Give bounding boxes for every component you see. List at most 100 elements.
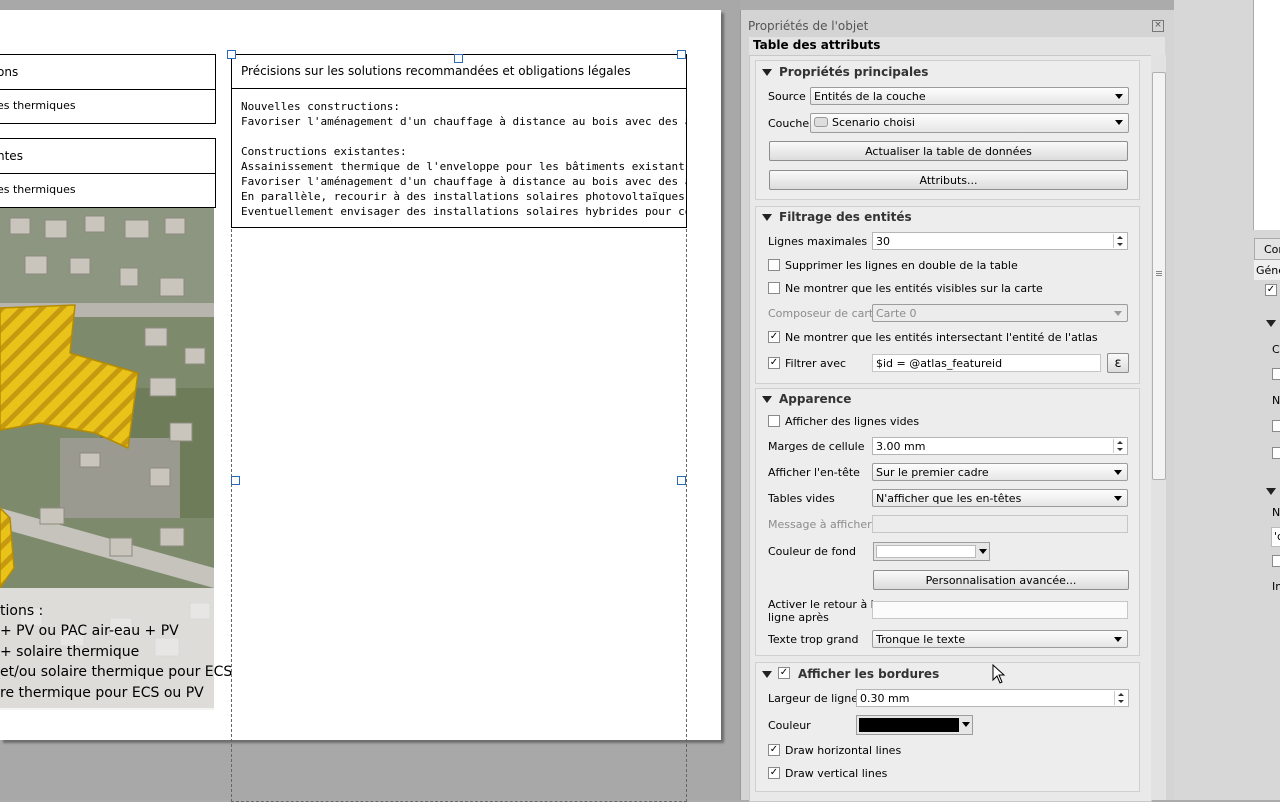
max-rows-spinbox[interactable]: 30 — [872, 232, 1128, 250]
atlas-intersect-checkbox[interactable]: ✓ — [768, 331, 780, 343]
oversize-text-label: Texte trop grand — [768, 633, 859, 646]
advanced-customization-button[interactable]: Personnalisation avancée... — [873, 570, 1129, 590]
collapse-triangle-icon[interactable] — [762, 396, 772, 403]
line-width-spinbox[interactable]: 0.30 mm — [856, 689, 1129, 707]
close-icon[interactable]: × — [1152, 20, 1164, 32]
max-rows-label: Lignes maximales — [768, 235, 868, 248]
message-field — [872, 515, 1128, 533]
attribute-table-cell[interactable]: Nouvelles constructions: Favoriser l'amén… — [231, 88, 687, 228]
wrap-after-field[interactable] — [872, 601, 1128, 619]
right-panel-letter-5: In — [1272, 580, 1280, 593]
layer-label: Couche — [768, 117, 810, 130]
source-dropdown-value: Entités de la couche — [814, 90, 926, 103]
legend-line-1: tions : — [0, 603, 44, 619]
resize-handle-top-right[interactable] — [677, 50, 686, 59]
border-color-button[interactable] — [856, 715, 973, 735]
left-table-row-1[interactable]: ons — [0, 54, 216, 90]
right-panel-field[interactable]: 'c — [1271, 527, 1280, 547]
collapse-triangle-icon[interactable] — [1266, 488, 1276, 495]
filter-with-label: Filtrer avec — [785, 357, 847, 370]
remove-duplicates-checkbox[interactable] — [768, 259, 780, 271]
source-label: Source — [768, 90, 806, 103]
main-properties-title[interactable]: Propriétés principales — [779, 65, 928, 79]
legend-panel[interactable]: tions : + PV ou PAC air-eau + PV + solai… — [0, 588, 232, 710]
chevron-down-icon — [979, 549, 987, 554]
show-empty-rows-checkbox[interactable] — [768, 415, 780, 427]
right-tab-1[interactable]: Con — [1254, 238, 1280, 260]
empty-tables-dropdown[interactable]: N'afficher que les en-têtes — [872, 489, 1128, 507]
show-header-label: Afficher l'en-tête — [768, 466, 860, 479]
show-header-value: Sur le premier cadre — [876, 466, 989, 479]
left-table-row-3[interactable]: ntes — [0, 138, 216, 174]
resize-handle-top-left[interactable] — [227, 50, 236, 59]
line-width-value: 0.30 mm — [860, 692, 910, 705]
table-line: Constructions existantes: — [241, 145, 407, 158]
color-swatch — [876, 545, 976, 558]
composer-map-dropdown: Carte 0 — [872, 304, 1128, 322]
right-panel-checkbox[interactable] — [1272, 368, 1280, 380]
right-panel-checkbox[interactable] — [1272, 447, 1280, 459]
border-color-label: Couleur — [768, 719, 811, 732]
spin-arrows-icon[interactable] — [1114, 691, 1127, 705]
dock-scrollbar-thumb[interactable] — [1152, 72, 1166, 480]
horizontal-lines-label: Draw horizontal lines — [785, 744, 902, 757]
resize-handle-top[interactable] — [454, 54, 463, 63]
right-panel-checkbox[interactable] — [1272, 420, 1280, 432]
oversize-text-dropdown[interactable]: Tronque le texte — [872, 630, 1128, 648]
table-line — [241, 129, 686, 144]
background-color-button[interactable] — [873, 542, 990, 561]
resize-handle-left[interactable] — [231, 476, 240, 485]
right-panel-letter-3: N — [1272, 506, 1280, 519]
empty-tables-label: Tables vides — [768, 492, 835, 505]
visible-only-label: Ne montrer que les entités visibles sur … — [785, 282, 1043, 295]
line-width-label: Largeur de ligne — [768, 692, 859, 705]
show-borders-checkbox[interactable]: ✓ — [778, 667, 790, 679]
right-panel-checkbox[interactable] — [1272, 555, 1280, 567]
layer-dropdown-value: Scenario choisi — [832, 116, 915, 129]
collapse-triangle-icon[interactable] — [762, 671, 772, 678]
chevron-down-icon — [962, 722, 970, 727]
background-color-label: Couleur de fond — [768, 545, 856, 558]
right-panel-white-area — [1253, 0, 1280, 230]
wrap-label-line-2: ligne après — [768, 611, 829, 624]
horizontal-lines-checkbox[interactable]: ✓ — [768, 744, 780, 756]
left-table-row-4[interactable]: es thermiques — [0, 173, 216, 208]
filter-expression-field[interactable]: $id = @atlas_featureid — [872, 354, 1101, 372]
cell-margin-spinbox[interactable]: 3.00 mm — [872, 437, 1128, 455]
legend-line-4: et/ou solaire thermique pour ECS — [0, 664, 233, 680]
vertical-lines-checkbox[interactable]: ✓ — [768, 767, 780, 779]
right-tab-2[interactable]: Géné — [1254, 260, 1280, 280]
remove-duplicates-label: Supprimer les lignes en double de la tab… — [785, 259, 1018, 272]
spin-arrows-icon[interactable] — [1113, 439, 1126, 453]
left-table-row-2[interactable]: es thermiques — [0, 89, 216, 124]
spin-arrows-icon[interactable] — [1113, 234, 1126, 248]
oversize-text-value: Tronque le texte — [876, 633, 966, 646]
attribute-table-cell-content: Nouvelles constructions: Favoriser l'amén… — [241, 99, 687, 219]
attributes-button[interactable]: Attributs... — [769, 170, 1128, 190]
table-line: Favoriser l'aménagement d'un chauffage à… — [241, 115, 686, 128]
source-dropdown[interactable]: Entités de la couche — [810, 87, 1129, 105]
filter-with-checkbox[interactable]: ✓ — [768, 357, 780, 369]
table-line: En parallèle, recourir à des installatio… — [241, 190, 687, 203]
show-header-dropdown[interactable]: Sur le premier cadre — [872, 463, 1128, 481]
max-rows-value: 30 — [876, 235, 890, 248]
left-table-row-4-text: es thermiques — [0, 183, 76, 196]
layer-dropdown[interactable]: Scenario choisi — [810, 113, 1129, 133]
cell-margin-label: Marges de cellule — [768, 440, 865, 453]
left-table-row-2-text: es thermiques — [0, 99, 76, 112]
vertical-lines-label: Draw vertical lines — [785, 767, 888, 780]
legend-line-2: + PV ou PAC air-eau + PV — [0, 623, 179, 639]
appearance-title[interactable]: Apparence — [779, 392, 851, 406]
feature-filtering-title[interactable]: Filtrage des entités — [779, 210, 912, 224]
collapse-triangle-icon[interactable] — [762, 69, 772, 76]
expression-builder-icon[interactable]: ε — [1107, 353, 1129, 373]
dock-title: Propriétés de l'objet — [748, 19, 869, 33]
refresh-table-button[interactable]: Actualiser la table de données — [769, 141, 1128, 161]
left-table-row-1-text: ons — [0, 65, 19, 79]
collapse-triangle-icon[interactable] — [1266, 320, 1276, 327]
visible-only-checkbox[interactable] — [768, 282, 780, 294]
show-borders-title[interactable]: Afficher les bordures — [798, 667, 939, 681]
resize-handle-right[interactable] — [677, 476, 686, 485]
collapse-triangle-icon[interactable] — [762, 214, 772, 221]
right-panel-checkbox[interactable]: ✓ — [1265, 284, 1277, 296]
